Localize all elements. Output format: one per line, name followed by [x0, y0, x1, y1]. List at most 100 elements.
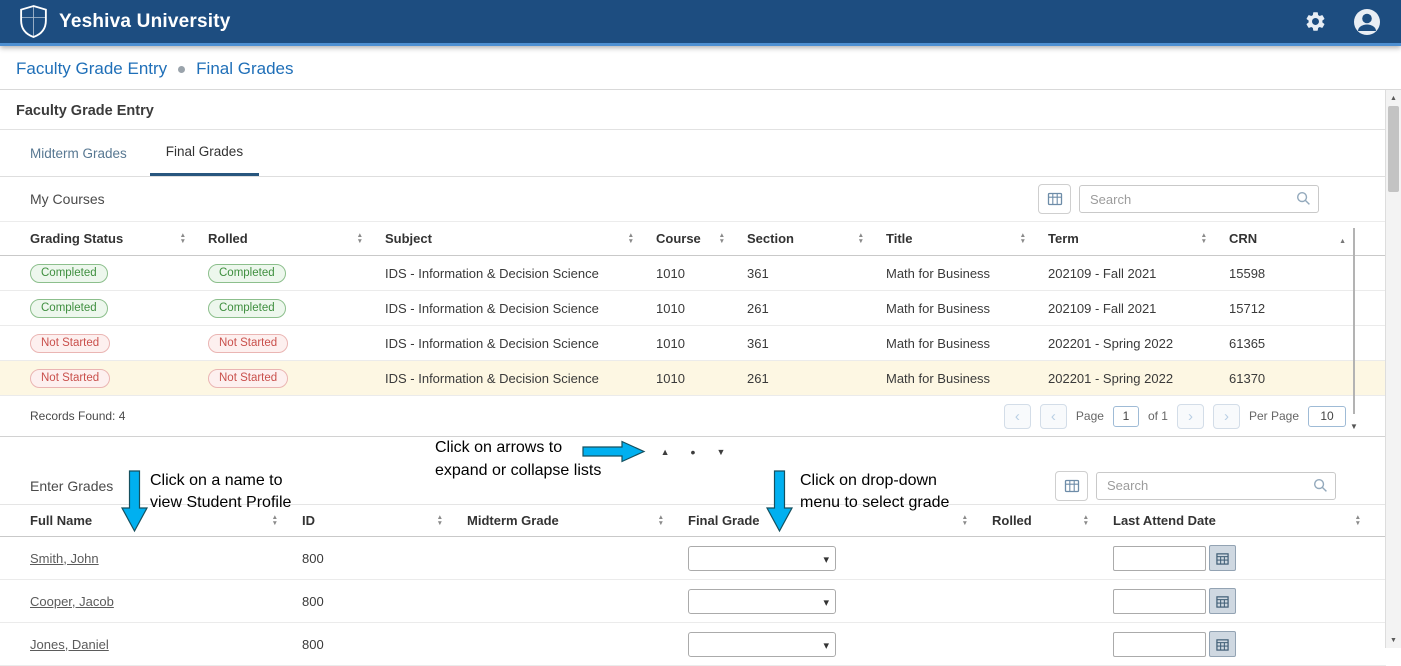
- brand: Yeshiva University: [20, 5, 231, 38]
- pagination-last-page-button[interactable]: [1213, 404, 1240, 429]
- tab-final-grades[interactable]: Final Grades: [150, 130, 259, 176]
- grading-status-badge: Completed: [30, 299, 108, 318]
- scrollbar-track[interactable]: [1386, 106, 1401, 632]
- pagination-previous-page-button[interactable]: [1040, 404, 1067, 429]
- annotation-dropdown-note: Click on drop-down menu to select grade: [800, 470, 949, 514]
- cell-grading-status: Completed: [30, 264, 208, 283]
- scrollbar-thumb[interactable]: [1388, 106, 1399, 192]
- student-name-link[interactable]: Cooper, Jacob: [30, 594, 114, 609]
- column-label: Final Grade: [688, 513, 760, 528]
- cell-grading-status: Completed: [30, 299, 208, 318]
- date-picker-calendar-icon[interactable]: [1209, 545, 1236, 571]
- collapse-down-arrow-icon[interactable]: [716, 447, 725, 457]
- grading-status-badge: Not Started: [30, 369, 110, 388]
- column-header-midterm-grade[interactable]: Midterm Grade: [467, 505, 688, 536]
- courses-search-input[interactable]: [1079, 185, 1319, 213]
- date-field: [1113, 545, 1385, 571]
- column-header-title[interactable]: Title: [886, 222, 1048, 255]
- courses-tools-grid-icon[interactable]: [1038, 184, 1071, 214]
- cell-course: 1010: [656, 301, 747, 316]
- cell-course: 1010: [656, 371, 747, 386]
- student-name-link[interactable]: Smith, John: [30, 551, 99, 566]
- student-row[interactable]: Cooper, Jacob 800: [0, 580, 1386, 623]
- cell-full-name: Cooper, Jacob: [30, 594, 302, 609]
- tab-midterm-grades[interactable]: Midterm Grades: [30, 130, 139, 176]
- grades-search-input[interactable]: [1096, 472, 1336, 500]
- pagination-next-page-button[interactable]: [1177, 404, 1204, 429]
- cell-title: Math for Business: [886, 371, 1048, 386]
- column-header-term[interactable]: Term: [1048, 222, 1229, 255]
- column-header-course[interactable]: Course: [656, 222, 747, 255]
- grade-tabs: Midterm Grades Final Grades: [0, 130, 1386, 177]
- cell-full-name: Jones, Daniel: [30, 637, 302, 652]
- pagination-first-page-button[interactable]: [1004, 404, 1031, 429]
- cell-term: 202109 - Fall 2021: [1048, 266, 1229, 281]
- course-row[interactable]: Not Started Not Started IDS - Informatio…: [0, 326, 1386, 361]
- annotation-right-arrow-icon: [582, 440, 646, 468]
- grades-search: [1096, 472, 1336, 500]
- grades-tools-grid-icon[interactable]: [1055, 471, 1088, 501]
- column-label: Course: [656, 231, 701, 246]
- cell-title: Math for Business: [886, 336, 1048, 351]
- last-attend-date-input[interactable]: [1113, 632, 1206, 657]
- brand-name: Yeshiva University: [59, 11, 231, 33]
- final-grade-dropdown[interactable]: [688, 589, 836, 614]
- column-header-rolled[interactable]: Rolled: [208, 222, 385, 255]
- last-attend-date-input[interactable]: [1113, 589, 1206, 614]
- page-scrollbar[interactable]: [1385, 90, 1401, 648]
- column-label: Midterm Grade: [467, 513, 559, 528]
- course-row[interactable]: Not Started Not Started IDS - Informatio…: [0, 361, 1386, 396]
- cell-title: Math for Business: [886, 301, 1048, 316]
- annotation-line: menu to select grade: [800, 492, 949, 514]
- column-header-id[interactable]: ID: [302, 505, 467, 536]
- student-row[interactable]: Smith, John 800: [0, 537, 1386, 580]
- column-header-crn[interactable]: CRN: [1229, 222, 1386, 255]
- sort-icon: [1083, 515, 1089, 527]
- cell-crn: 61365: [1229, 336, 1386, 351]
- app-header: Yeshiva University: [0, 0, 1401, 46]
- grading-status-badge: Completed: [30, 264, 108, 283]
- courses-footer: Records Found: 4 Page of 1 Per Page: [0, 396, 1386, 437]
- column-header-grading-status[interactable]: Grading Status: [30, 222, 208, 255]
- breadcrumb-final-grades[interactable]: Final Grades: [196, 59, 293, 79]
- scrollbar-down-arrow-icon[interactable]: [1348, 416, 1360, 434]
- final-grade-dropdown[interactable]: [688, 632, 836, 657]
- column-header-last-attend-date[interactable]: Last Attend Date: [1113, 505, 1385, 536]
- records-found: Records Found: 4: [30, 409, 125, 423]
- courses-table-scrollbar[interactable]: [1348, 228, 1360, 434]
- cell-crn: 15598: [1229, 266, 1386, 281]
- page-number-input[interactable]: [1113, 406, 1139, 427]
- expand-up-arrow-icon[interactable]: [661, 447, 670, 457]
- per-page-input[interactable]: [1308, 406, 1346, 427]
- column-label: Grading Status: [30, 231, 123, 246]
- last-attend-date-input[interactable]: [1113, 546, 1206, 571]
- enter-grades-tools: [1055, 471, 1336, 501]
- column-header-section[interactable]: Section: [747, 222, 886, 255]
- annotation-down-arrow-icon: [766, 470, 793, 538]
- reset-split-dot-icon[interactable]: [691, 444, 696, 460]
- scrollbar-up-arrow-icon[interactable]: [1386, 90, 1401, 106]
- student-row[interactable]: Jones, Daniel 800: [0, 623, 1386, 666]
- course-row[interactable]: Completed Completed IDS - Information & …: [0, 256, 1386, 291]
- column-header-subject[interactable]: Subject: [385, 222, 656, 255]
- annotation-name-note: Click on a name to view Student Profile: [150, 470, 291, 514]
- student-name-link[interactable]: Jones, Daniel: [30, 637, 109, 652]
- cell-rolled: Completed: [208, 299, 385, 318]
- breadcrumb-faculty-grade-entry[interactable]: Faculty Grade Entry: [16, 59, 167, 79]
- column-header-rolled[interactable]: Rolled: [992, 505, 1113, 536]
- date-field: [1113, 588, 1385, 614]
- date-picker-calendar-icon[interactable]: [1209, 588, 1236, 614]
- sort-icon: [962, 515, 968, 527]
- scrollbar-down-arrow-icon[interactable]: [1386, 632, 1401, 648]
- annotation-collapse-note: Click on arrows to expand or collapse li…: [435, 436, 601, 482]
- final-grade-select: [688, 546, 836, 571]
- date-picker-calendar-icon[interactable]: [1209, 631, 1236, 657]
- scrollbar-thumb[interactable]: [1353, 228, 1355, 414]
- settings-gear-icon[interactable]: [1304, 10, 1327, 33]
- final-grade-dropdown[interactable]: [688, 546, 836, 571]
- sort-ascending-icon: [1339, 231, 1346, 246]
- profile-icon[interactable]: [1353, 8, 1381, 36]
- annotation-line: Click on arrows to: [435, 436, 601, 459]
- annotation-line: Click on drop-down: [800, 470, 949, 492]
- course-row[interactable]: Completed Completed IDS - Information & …: [0, 291, 1386, 326]
